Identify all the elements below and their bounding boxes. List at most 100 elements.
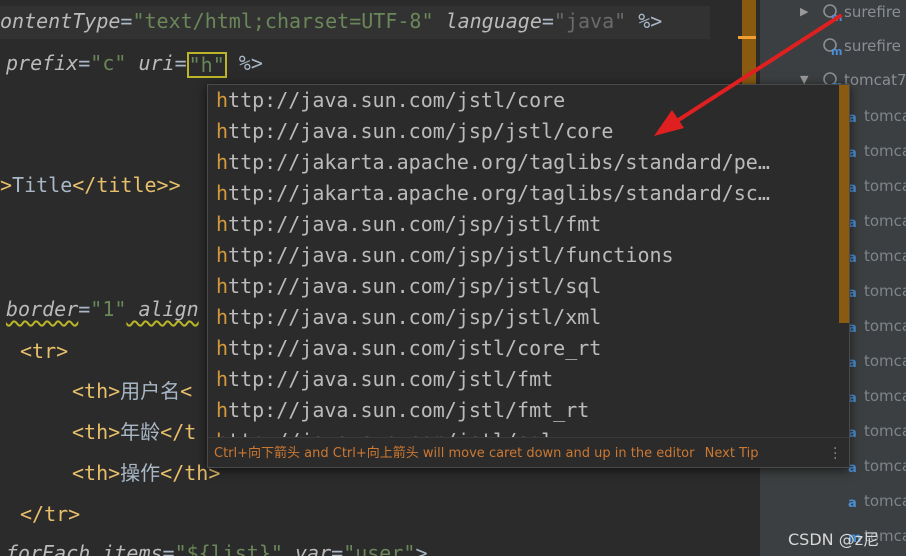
tree-label: surefire (844, 37, 901, 55)
tree-file-label: tomca (864, 142, 906, 160)
directive-close: %> (226, 51, 263, 75)
code-line-8[interactable]: <th>操作</th> (72, 458, 220, 488)
completion-item[interactable]: http://jakarta.apache.org/taglibs/standa… (208, 178, 838, 209)
tree-label: surefire (844, 3, 901, 21)
tree-row-surefire-1[interactable]: ▶ m surefire (760, 0, 906, 24)
th-close-tag: < (180, 379, 193, 403)
equals: = (331, 541, 344, 556)
completion-item[interactable]: http://java.sun.com/jstl/sql (208, 426, 838, 437)
completion-item-rest: ttp://java.sun.com/jsp/jstl/xml (228, 305, 602, 329)
matched-prefix: h (216, 119, 229, 143)
completion-item-rest: ttp://java.sun.com/jsp/jstl/functions (228, 243, 674, 267)
code-line-1[interactable]: ontentType="text/html;charset=UTF-8" lan… (0, 6, 662, 36)
matched-prefix: h (216, 398, 229, 422)
maven-module-icon: m (823, 4, 842, 22)
code-line-2[interactable]: prefix="c" uri= "h" %> (6, 48, 263, 78)
tree-file-label: tomca (864, 107, 906, 125)
attr-contenttype: ontentType (0, 9, 121, 33)
completion-item-rest: ttp://java.sun.com/jsp/jstl/core (228, 119, 614, 143)
completion-item-rest: ttp://java.sun.com/jstl/fmt_rt (228, 398, 590, 422)
completion-scrollbar-thumb[interactable] (839, 85, 849, 323)
matched-prefix: h (216, 274, 229, 298)
tree-file-label: tomca (864, 282, 906, 300)
completion-item[interactable]: http://java.sun.com/jstl/core_rt (208, 333, 838, 364)
completion-item[interactable]: http://java.sun.com/jsp/jstl/functions (208, 240, 838, 271)
attr-border: border (6, 297, 79, 321)
class-file-icon: a (848, 213, 862, 231)
svg-text:a: a (848, 496, 857, 510)
matched-prefix: h (216, 429, 228, 437)
completion-item-rest: ttp://java.sun.com/jstl/fmt (228, 367, 554, 391)
attr-items: items (90, 541, 163, 556)
attr-uri: uri (126, 51, 175, 75)
completion-scrollbar[interactable] (838, 85, 849, 437)
th-text: 用户名 (120, 379, 181, 403)
attr-prefix: prefix (6, 51, 79, 75)
tree-row-surefire-2[interactable]: m surefire (760, 34, 906, 58)
svg-text:m: m (831, 45, 842, 56)
completion-item-rest: ttp://java.sun.com/jsp/jstl/fmt (228, 212, 602, 236)
more-vertical-icon[interactable]: · · · (833, 442, 839, 466)
tree-file-label: tomca (864, 422, 906, 440)
th-open-tag: <th> (72, 379, 121, 403)
completion-item[interactable]: http://java.sun.com/jsp/jstl/core (208, 116, 838, 147)
equals: = (78, 51, 91, 75)
tree-file-row[interactable]: atomca (760, 489, 906, 513)
code-line-10[interactable]: forEach items="${list}" var="user"> (6, 538, 427, 556)
tag-end: > (415, 541, 428, 556)
code-line-3[interactable]: >Title</title>> (0, 170, 181, 200)
th-open-tag: <th> (72, 461, 121, 485)
matched-prefix: h (216, 243, 229, 267)
code-line-6[interactable]: <th>用户名< (72, 376, 192, 406)
tag-open: > (0, 173, 13, 197)
uri-input-caret[interactable]: "h" (186, 51, 227, 78)
string-value: "user" (343, 541, 416, 556)
tree-file-label: tomca (864, 457, 906, 475)
th-text: 年龄 (120, 420, 161, 444)
tree-file-label: tomca (864, 492, 906, 510)
string-value: "text/html;charset=UTF-8" (132, 9, 434, 33)
matched-prefix: h (216, 150, 229, 174)
completion-item-rest: ttp://java.sun.com/jstl/core_rt (228, 336, 602, 360)
editor-scroll-marker-strip[interactable] (742, 0, 756, 84)
code-line-4[interactable]: border="1" align (6, 294, 199, 324)
equals: = (162, 541, 175, 556)
completion-item[interactable]: http://java.sun.com/jstl/fmt_rt (208, 395, 838, 426)
code-line-9[interactable]: </tr> (20, 499, 80, 529)
string-value: "java" (553, 9, 627, 33)
matched-prefix: h (216, 181, 229, 205)
code-line-5[interactable]: <tr> (20, 336, 68, 366)
completion-item[interactable]: http://java.sun.com/jsp/jstl/sql (208, 271, 838, 302)
tree-file-label: tomca (864, 247, 906, 265)
expand-arrow-icon[interactable]: ▶ (800, 0, 808, 24)
class-file-icon: a (848, 388, 862, 406)
completion-item[interactable]: http://java.sun.com/jstl/core (208, 85, 838, 116)
tree-file-label: tomca (864, 177, 906, 195)
tag-close: </title> (72, 173, 169, 197)
completion-item[interactable]: http://java.sun.com/jsp/jstl/fmt (208, 209, 838, 240)
string-value: "1" (90, 297, 127, 321)
string-value: "${list}" (174, 541, 283, 556)
class-file-icon: a (848, 143, 862, 161)
attr-var: var (282, 541, 332, 556)
code-completion-popup[interactable]: http://java.sun.com/jstl/core http://java… (207, 84, 850, 468)
equals: = (174, 51, 187, 75)
code-line-7[interactable]: <th>年龄</t (72, 417, 196, 447)
error-stripe-mark[interactable] (738, 36, 756, 39)
attr-align: align (126, 297, 199, 321)
footer-tip-text: Ctrl+向下箭头 and Ctrl+向上箭头 will move caret … (214, 446, 695, 461)
completion-list[interactable]: http://java.sun.com/jstl/core http://java… (208, 85, 838, 437)
next-tip-link[interactable]: Next Tip (705, 446, 759, 461)
completion-item[interactable]: http://jakarta.apache.org/taglibs/standa… (208, 147, 838, 178)
completion-item[interactable]: http://java.sun.com/jstl/fmt (208, 364, 838, 395)
completion-item[interactable]: http://java.sun.com/jsp/jstl/xml (208, 302, 838, 333)
th-open-tag: <th> (72, 420, 121, 444)
matched-prefix: h (216, 367, 229, 391)
tree-file-label: tomca (864, 212, 906, 230)
string-value: "c" (90, 51, 127, 75)
equals: = (78, 297, 91, 321)
tree-file-label: tomca (864, 387, 906, 405)
title-text: Title (12, 173, 73, 197)
class-file-icon: a (848, 248, 862, 266)
class-file-icon: a (848, 423, 862, 441)
